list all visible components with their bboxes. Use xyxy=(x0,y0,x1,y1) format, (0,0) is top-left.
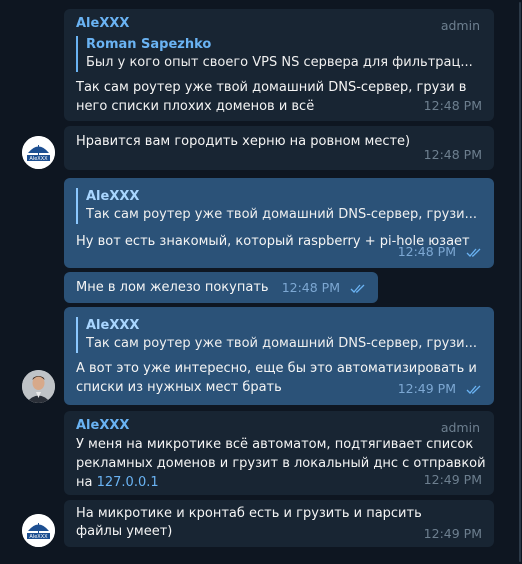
message-text: На микротике и кронтаб есть и грузить и … xyxy=(76,506,422,539)
message-time: 12:48 PM xyxy=(398,242,482,262)
message-bubble[interactable]: Мне в лом железо покупать 12:48 PM xyxy=(64,272,378,303)
message-time: 12:49 PM xyxy=(423,472,482,487)
quote-text: Так сам роутер уже твой домашний DNS-сер… xyxy=(86,336,478,351)
message-time: 12:48 PM xyxy=(423,147,482,162)
reply-quote[interactable]: Roman Sapezhko Был у кого опыт своего VP… xyxy=(76,36,482,72)
quote-author: AleXXX xyxy=(86,318,140,333)
message-bubble[interactable]: AleXXX admin У меня на микротике всё авт… xyxy=(64,411,494,495)
message-time: 12:48 PM xyxy=(423,98,482,113)
quote-author: AleXXX xyxy=(86,189,140,204)
message-time: 12:49 PM xyxy=(398,379,482,399)
message-bubble[interactable]: AleXXX admin Roman Sapezhko Был у кого о… xyxy=(64,9,494,121)
admin-badge: admin xyxy=(440,420,480,435)
avatar-alexxx[interactable]: AleXXX xyxy=(22,514,55,547)
message-time: 12:49 PM xyxy=(423,526,482,541)
sender-name[interactable]: AleXXX xyxy=(76,15,482,33)
double-check-icon xyxy=(466,243,482,262)
umbrella-logo-icon: AleXXX xyxy=(22,514,55,547)
ip-link[interactable]: 127.0.0.1 xyxy=(97,475,159,490)
message-time: 12:48 PM xyxy=(282,278,366,298)
chat-history[interactable]: AleXXX admin Roman Sapezhko Был у кого о… xyxy=(0,0,522,564)
avatar-alexxx[interactable]: AleXXX xyxy=(22,136,55,169)
umbrella-logo-icon: AleXXX xyxy=(22,136,55,169)
reply-quote[interactable]: AleXXX Так сам роутер уже твой домашний … xyxy=(76,188,482,224)
scrollbar-thumb[interactable] xyxy=(519,2,521,562)
message-bubble[interactable]: Нравится вам городить херню на ровном ме… xyxy=(64,126,494,170)
message-bubble[interactable]: AleXXX Так сам роутер уже твой домашний … xyxy=(64,307,494,405)
user-photo-icon xyxy=(22,370,55,403)
svg-text:AleXXX: AleXXX xyxy=(29,156,48,162)
sender-name[interactable]: AleXXX xyxy=(76,417,482,435)
svg-text:AleXXX: AleXXX xyxy=(29,534,48,540)
quote-author: Roman Sapezhko xyxy=(86,37,212,52)
message-bubble[interactable]: AleXXX Так сам роутер уже твой домашний … xyxy=(64,178,494,268)
message-text: Нравится вам городить херню на ровном ме… xyxy=(76,134,411,149)
avatar-user[interactable] xyxy=(22,370,55,403)
double-check-icon xyxy=(350,279,366,298)
message-bubble[interactable]: На микротике и кронтаб есть и грузить и … xyxy=(64,500,494,547)
admin-badge: admin xyxy=(440,18,480,33)
double-check-icon xyxy=(466,380,482,399)
quote-text: Так сам роутер уже твой домашний DNS-сер… xyxy=(86,207,478,222)
reply-quote[interactable]: AleXXX Так сам роутер уже твой домашний … xyxy=(76,317,482,353)
quote-text: Был у кого опыт своего VPS NS сервера дл… xyxy=(86,55,473,70)
